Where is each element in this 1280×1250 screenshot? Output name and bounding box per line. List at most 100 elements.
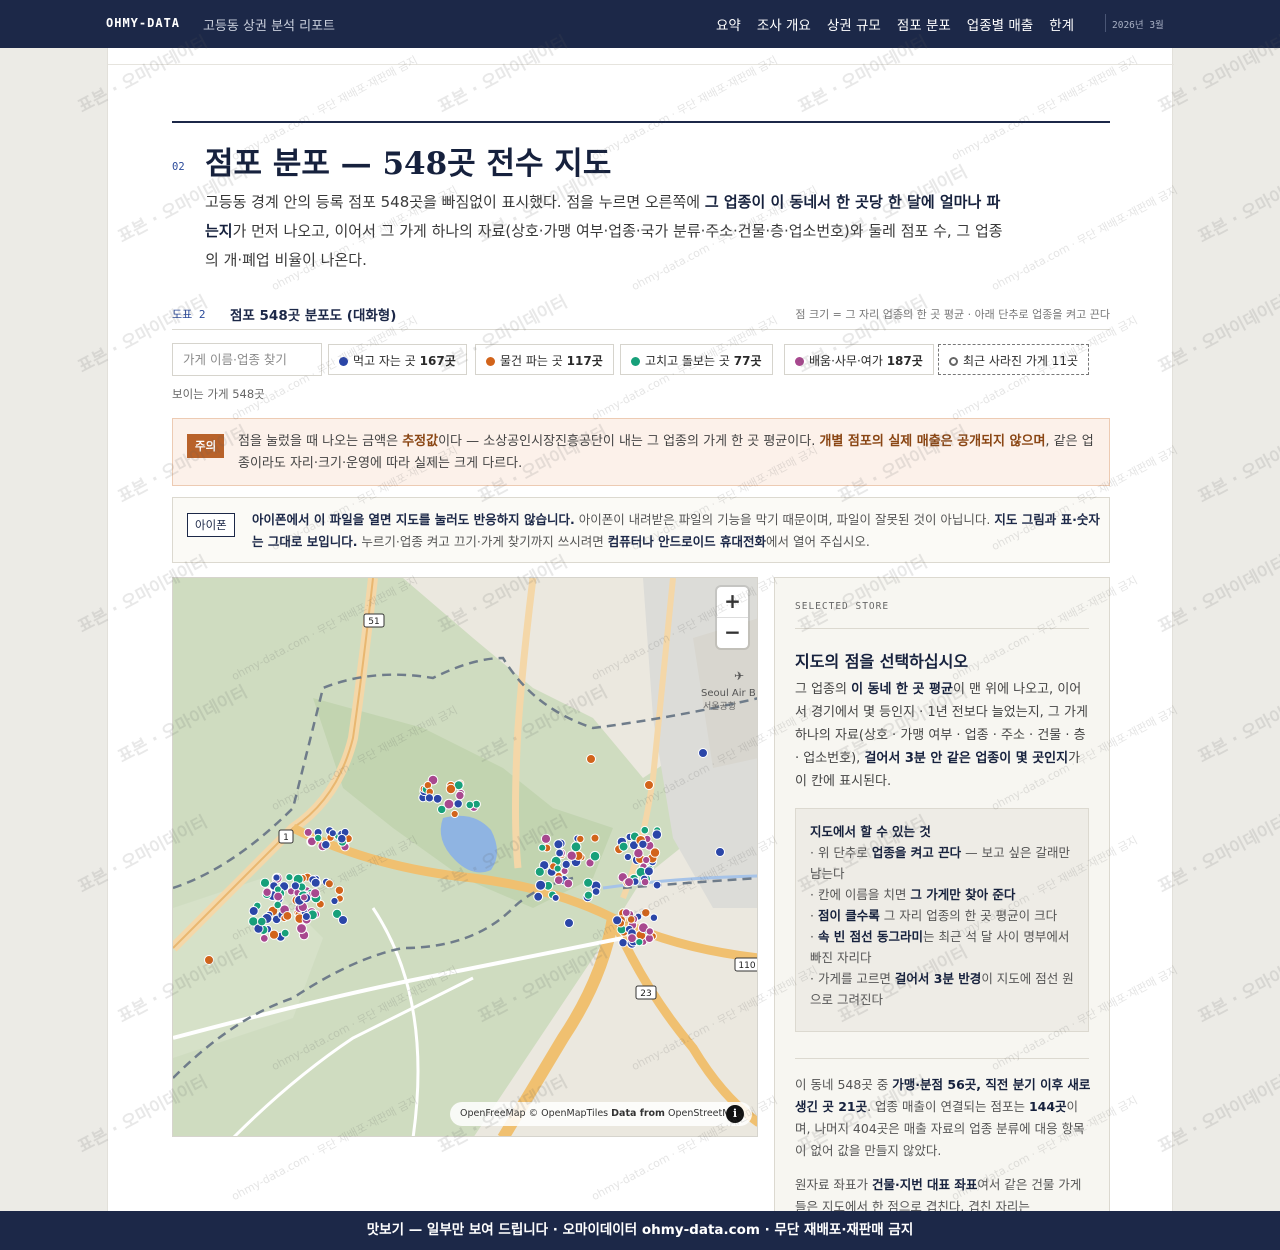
store-marker[interactable] bbox=[649, 847, 661, 858]
store-marker[interactable] bbox=[535, 879, 547, 891]
store-marker[interactable] bbox=[626, 915, 636, 924]
store-map[interactable]: 51 1 110 23 ✈ Seoul Air B 서울공항 + − OpenF… bbox=[172, 577, 758, 1137]
brand-logo[interactable]: OHMY-DATA bbox=[106, 16, 180, 30]
store-marker[interactable] bbox=[640, 825, 650, 835]
store-marker[interactable] bbox=[338, 915, 348, 925]
store-marker[interactable] bbox=[698, 748, 708, 758]
store-marker[interactable] bbox=[590, 833, 600, 843]
store-marker[interactable] bbox=[551, 893, 560, 902]
store-marker[interactable] bbox=[633, 848, 644, 859]
nav-item-overview[interactable]: 조사 개요 bbox=[757, 14, 811, 34]
store-marker[interactable] bbox=[310, 888, 321, 899]
store-marker[interactable] bbox=[564, 918, 574, 928]
store-marker[interactable] bbox=[563, 878, 574, 889]
store-marker[interactable] bbox=[337, 833, 347, 844]
filter-chip-service[interactable]: 고치고 돌보는 곳 77곳 bbox=[620, 344, 773, 375]
store-marker[interactable] bbox=[204, 955, 214, 965]
store-marker[interactable] bbox=[280, 928, 290, 938]
store-marker[interactable] bbox=[555, 848, 565, 858]
store-marker[interactable] bbox=[455, 790, 465, 801]
store-marker[interactable] bbox=[553, 875, 564, 886]
store-marker[interactable] bbox=[561, 859, 571, 869]
store-marker[interactable] bbox=[300, 893, 308, 902]
store-marker[interactable] bbox=[330, 896, 339, 906]
store-marker[interactable] bbox=[259, 934, 269, 943]
store-marker[interactable] bbox=[621, 908, 631, 918]
store-marker[interactable] bbox=[624, 877, 634, 888]
store-marker[interactable] bbox=[553, 839, 564, 850]
store-marker[interactable] bbox=[321, 840, 331, 850]
store-marker[interactable] bbox=[644, 780, 654, 790]
store-marker[interactable] bbox=[262, 887, 272, 897]
store-marker[interactable] bbox=[273, 891, 283, 902]
store-marker[interactable] bbox=[450, 809, 459, 819]
store-marker[interactable] bbox=[643, 866, 654, 877]
nav-item-sales[interactable]: 업종별 매출 bbox=[967, 14, 1033, 34]
store-marker[interactable] bbox=[437, 804, 447, 815]
store-marker[interactable] bbox=[641, 908, 651, 918]
nav-item-scale[interactable]: 상권 규모 bbox=[827, 14, 881, 34]
store-marker[interactable] bbox=[314, 833, 323, 843]
filter-chip-retail[interactable]: 물건 파는 곳 117곳 bbox=[475, 344, 614, 375]
store-marker[interactable] bbox=[248, 906, 259, 916]
store-marker[interactable] bbox=[612, 915, 623, 926]
store-marker[interactable] bbox=[645, 927, 654, 936]
store-marker[interactable] bbox=[649, 913, 659, 922]
store-marker[interactable] bbox=[566, 850, 577, 861]
store-marker[interactable] bbox=[651, 829, 663, 840]
store-marker[interactable] bbox=[715, 847, 725, 857]
zoom-in-button[interactable]: + bbox=[717, 587, 748, 617]
map-info-icon[interactable]: i bbox=[726, 1105, 744, 1123]
store-marker[interactable] bbox=[583, 877, 594, 888]
store-marker[interactable] bbox=[638, 839, 648, 849]
store-marker[interactable] bbox=[310, 877, 321, 888]
nav-item-summary[interactable]: 요약 bbox=[716, 14, 741, 34]
store-marker[interactable] bbox=[627, 933, 637, 944]
store-marker[interactable] bbox=[618, 841, 629, 852]
store-marker[interactable] bbox=[290, 881, 301, 891]
store-marker[interactable] bbox=[640, 877, 650, 887]
store-marker[interactable] bbox=[586, 754, 596, 764]
store-marker[interactable] bbox=[268, 929, 280, 940]
store-marker[interactable] bbox=[324, 879, 334, 889]
map-canvas[interactable]: 51 1 110 23 ✈ Seoul Air B 서울공항 bbox=[173, 578, 758, 1137]
store-marker[interactable] bbox=[257, 916, 267, 927]
store-marker[interactable] bbox=[618, 938, 628, 948]
store-marker[interactable] bbox=[334, 885, 345, 895]
store-marker[interactable] bbox=[296, 923, 307, 934]
store-marker[interactable] bbox=[576, 834, 585, 844]
store-marker[interactable] bbox=[583, 890, 593, 900]
store-marker[interactable] bbox=[538, 843, 547, 852]
store-marker[interactable] bbox=[465, 800, 475, 810]
store-search-input[interactable] bbox=[172, 343, 322, 376]
store-marker[interactable] bbox=[570, 841, 582, 853]
store-marker[interactable] bbox=[272, 873, 281, 882]
store-marker[interactable] bbox=[591, 887, 601, 896]
store-marker[interactable] bbox=[432, 793, 443, 804]
store-marker[interactable] bbox=[533, 891, 544, 902]
store-marker[interactable] bbox=[635, 938, 644, 947]
store-marker[interactable] bbox=[285, 873, 294, 882]
zoom-out-button[interactable]: − bbox=[717, 618, 748, 648]
store-marker[interactable] bbox=[534, 866, 545, 877]
store-marker[interactable] bbox=[303, 827, 313, 837]
nav-item-limits[interactable]: 한계 bbox=[1049, 14, 1074, 34]
store-marker[interactable] bbox=[553, 864, 562, 873]
store-marker[interactable] bbox=[259, 877, 271, 888]
store-marker[interactable] bbox=[623, 852, 632, 862]
nav-item-distribution[interactable]: 점포 분포 bbox=[897, 14, 951, 34]
store-marker[interactable] bbox=[642, 855, 651, 865]
store-marker[interactable] bbox=[652, 880, 662, 890]
store-marker[interactable] bbox=[301, 912, 311, 921]
store-marker[interactable] bbox=[540, 833, 552, 844]
filter-chip-leisure[interactable]: 배움·사무·여가 187곳 bbox=[784, 344, 934, 375]
store-marker[interactable] bbox=[589, 850, 601, 862]
store-marker[interactable] bbox=[445, 783, 457, 795]
filter-chip-closed[interactable]: 최근 사라진 가게 11곳 bbox=[938, 344, 1090, 375]
store-marker[interactable] bbox=[282, 911, 293, 921]
store-marker[interactable] bbox=[453, 799, 463, 809]
store-marker[interactable] bbox=[424, 793, 434, 803]
store-marker[interactable] bbox=[328, 829, 337, 838]
filter-chip-food[interactable]: 먹고 자는 곳 167곳 bbox=[328, 344, 467, 375]
store-marker[interactable] bbox=[273, 900, 282, 910]
